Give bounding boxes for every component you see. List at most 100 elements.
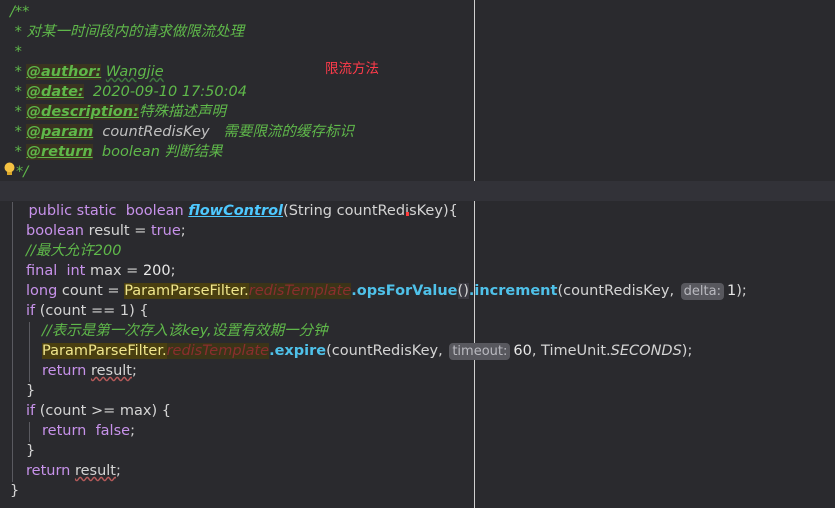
text: ) { xyxy=(129,303,149,319)
code-line-expire[interactable]: ParamParseFilter.redisTemplate.expire(co… xyxy=(42,341,692,361)
method-name[interactable]: flowControl xyxy=(188,203,283,219)
text: ( xyxy=(35,403,46,419)
doc-date-tag: @date: xyxy=(26,84,84,100)
code-line-return3[interactable]: return result; xyxy=(26,461,121,481)
kw-if: if xyxy=(26,403,36,419)
doc-star: * xyxy=(10,124,27,140)
sig-paren-close: ){ xyxy=(442,203,458,219)
number: 1 xyxy=(726,283,737,299)
doc-open: /** xyxy=(10,4,30,20)
doc-description-tag: @description: xyxy=(26,104,139,120)
text: ( xyxy=(35,303,46,319)
kw-int: int xyxy=(66,263,86,279)
doc-description-value: 特殊描述声明 xyxy=(138,104,226,120)
kw-if: if xyxy=(26,303,36,319)
param-hint: timeout: xyxy=(449,343,511,360)
doc-star: * xyxy=(10,144,27,160)
kw-long: long xyxy=(26,283,58,299)
text: (countRedisKey, xyxy=(326,343,448,359)
doc-return-value: boolean 判断结果 xyxy=(101,144,223,160)
kw-return: return xyxy=(42,363,87,379)
text: ; xyxy=(115,463,121,479)
indent-guide xyxy=(29,422,30,442)
doc-param-name: countRedisKey xyxy=(102,124,210,140)
doc-star: * xyxy=(10,84,27,100)
text: ); xyxy=(736,283,747,299)
text: count = xyxy=(57,283,125,299)
doc-date-line: * @date: 2020-09-10 17:50:04 xyxy=(10,82,247,102)
indent-guide xyxy=(12,202,13,482)
kw-false: false xyxy=(95,423,131,439)
number: 200 xyxy=(142,263,171,279)
brace-close: } xyxy=(26,443,36,459)
right-margin-guide xyxy=(474,0,475,508)
kw-return: return xyxy=(26,463,71,479)
code-line-return2[interactable]: return false; xyxy=(42,421,135,441)
method-brace-close: } xyxy=(10,483,20,499)
method-call: .expire xyxy=(269,343,327,359)
code-line-if1[interactable]: if (count == 1) { xyxy=(26,301,149,321)
doc-description-line: * @description:特殊描述声明 xyxy=(10,102,226,122)
method-call: .opsForValue xyxy=(351,283,458,299)
condition: count == 1 xyxy=(45,303,130,319)
doc-param-line: * @param countRedisKey 需要限流的缓存标识 xyxy=(10,122,354,142)
doc-close: */ xyxy=(16,164,29,180)
class-ref: ParamParseFilter. xyxy=(42,343,167,359)
paren: () xyxy=(457,283,469,299)
doc-param-tag: @param xyxy=(26,124,94,140)
doc-date-value: 2020-09-10 17:50:04 xyxy=(92,84,247,100)
class-ref: ParamParseFilter. xyxy=(124,283,249,299)
text: ; xyxy=(130,423,135,439)
var-result: result xyxy=(74,463,116,479)
text: ; xyxy=(131,363,137,379)
condition: count >= max xyxy=(45,403,152,419)
enum-constant: SECONDS xyxy=(610,343,682,359)
text: ; xyxy=(170,263,176,279)
doc-param-desc: 需要限流的缓存标识 xyxy=(223,124,354,140)
number: 60 xyxy=(513,343,532,359)
lightbulb-icon[interactable] xyxy=(3,162,16,177)
sig-param-name: countRedisKey xyxy=(336,203,443,219)
text: , TimeUnit. xyxy=(531,343,611,359)
brace-close: } xyxy=(26,383,36,399)
text: ; xyxy=(180,223,186,239)
error-marker xyxy=(406,212,409,216)
sig-modifiers: public static xyxy=(28,203,117,219)
code-comment-max: //最大允许200 xyxy=(26,243,122,259)
var-result: result xyxy=(90,363,132,379)
sig-return-type: boolean xyxy=(125,203,184,219)
doc-return-tag: @return xyxy=(26,144,93,160)
indent-guide xyxy=(29,322,30,382)
code-line-count[interactable]: long count = ParamParseFilter.redisTempl… xyxy=(26,281,747,301)
code-line-result[interactable]: boolean result = true; xyxy=(26,221,186,241)
field-ref: redisTemplate xyxy=(248,283,352,299)
doc-star: * xyxy=(10,104,27,120)
code-editor[interactable]: /** * 对某一时间段内的请求做限流处理 * * @author: Wangj… xyxy=(0,0,835,508)
text: ) { xyxy=(151,403,171,419)
doc-star: * xyxy=(10,64,27,80)
text: ); xyxy=(681,343,693,359)
sig-param-type: String xyxy=(288,203,332,219)
field-ref: redisTemplate xyxy=(166,343,270,359)
code-line-max[interactable]: final int max = 200; xyxy=(26,261,176,281)
annotation-note: 限流方法 xyxy=(325,61,379,77)
code-line-if2[interactable]: if (count >= max) { xyxy=(26,401,171,421)
doc-author-value: Wangjie xyxy=(105,64,164,80)
text: (countRedisKey, xyxy=(557,283,679,299)
text: max = xyxy=(85,263,143,279)
kw-return: return xyxy=(42,423,87,439)
doc-blank: * xyxy=(10,44,22,60)
kw-final: final xyxy=(26,263,58,279)
kw-true: true xyxy=(150,223,181,239)
code-comment-expire: //表示是第一次存入该key,设置有效期一分钟 xyxy=(42,323,328,339)
param-hint: delta: xyxy=(680,283,724,300)
method-signature-line[interactable]: public static boolean flowControl(String… xyxy=(0,181,835,219)
code-line-return1[interactable]: return result; xyxy=(42,361,137,381)
doc-return-line: * @return boolean 判断结果 xyxy=(10,142,223,162)
method-call: .increment xyxy=(468,283,558,299)
doc-author-tag: @author: xyxy=(26,64,102,80)
doc-author-line: * @author: Wangjie xyxy=(10,62,164,82)
kw-boolean: boolean xyxy=(26,223,84,239)
doc-summary: * 对某一时间段内的请求做限流处理 xyxy=(10,24,244,40)
text: result = xyxy=(83,223,151,239)
